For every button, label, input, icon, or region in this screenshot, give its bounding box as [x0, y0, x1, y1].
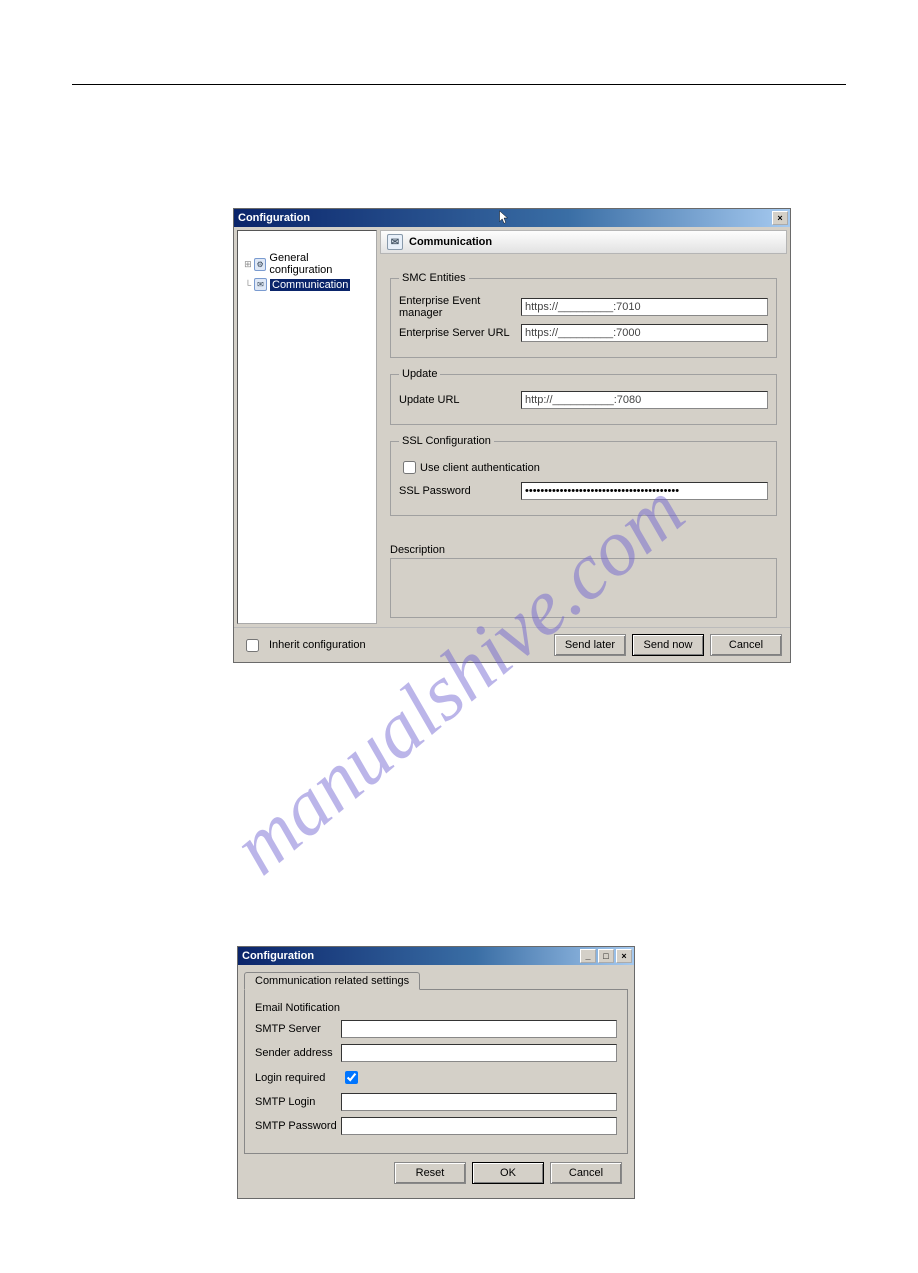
tree-item-general[interactable]: ⊞ ⚙ General configuration	[242, 251, 372, 277]
tab-panel: Email Notification SMTP Server Sender ad…	[244, 990, 628, 1154]
configuration-window: Configuration × ⊞ ⚙ General configuratio…	[233, 208, 791, 663]
reset-button[interactable]: Reset	[394, 1162, 466, 1184]
group-legend: SMC Entities	[399, 272, 469, 284]
sender-address-input[interactable]	[341, 1044, 617, 1062]
ssl-password-label: SSL Password	[399, 485, 521, 497]
send-now-button[interactable]: Send now	[632, 634, 704, 656]
smtp-password-input[interactable]	[341, 1117, 617, 1135]
close-button[interactable]: ×	[616, 949, 632, 963]
footer-bar: Inherit configuration Send later Send no…	[234, 627, 790, 662]
use-client-auth-checkbox[interactable]	[403, 461, 416, 474]
close-button[interactable]: ×	[772, 211, 788, 225]
esu-input[interactable]	[521, 324, 768, 342]
tree-connector-icon: ⊞	[242, 259, 254, 270]
cursor-icon	[498, 210, 510, 226]
minimize-button[interactable]: _	[580, 949, 596, 963]
ok-button[interactable]: OK	[472, 1162, 544, 1184]
titlebar[interactable]: Configuration ×	[234, 209, 790, 227]
nav-tree: ⊞ ⚙ General configuration └ ✉ Communicat…	[237, 230, 377, 624]
sender-address-label: Sender address	[255, 1047, 341, 1059]
panel-title: Communication	[409, 236, 492, 248]
tab-communication-settings[interactable]: Communication related settings	[244, 972, 420, 990]
eem-label: Enterprise Event manager	[399, 295, 521, 319]
esu-label: Enterprise Server URL	[399, 327, 521, 339]
description-area	[390, 558, 777, 618]
login-required-checkbox[interactable]	[345, 1071, 358, 1084]
eem-input[interactable]	[521, 298, 768, 316]
smtp-login-input[interactable]	[341, 1093, 617, 1111]
tree-item-communication[interactable]: └ ✉ Communication	[242, 277, 372, 292]
group-legend: SSL Configuration	[399, 435, 494, 447]
panel-header: ✉ Communication	[380, 230, 787, 254]
ssl-group: SSL Configuration Use client authenticat…	[390, 435, 777, 516]
communication-icon: ✉	[387, 234, 403, 250]
smtp-server-label: SMTP Server	[255, 1023, 341, 1035]
inherit-config-checkbox[interactable]	[246, 639, 259, 652]
update-group: Update Update URL	[390, 368, 777, 425]
group-legend: Update	[399, 368, 440, 380]
window-title: Configuration	[242, 950, 578, 962]
ssl-password-input[interactable]	[521, 482, 768, 500]
tree-connector-icon: └	[242, 280, 254, 290]
update-url-input[interactable]	[521, 391, 768, 409]
cancel-button[interactable]: Cancel	[550, 1162, 622, 1184]
use-client-auth-label: Use client authentication	[420, 462, 540, 474]
send-later-button[interactable]: Send later	[554, 634, 626, 656]
window-title: Configuration	[238, 212, 498, 224]
communication-icon: ✉	[254, 278, 267, 291]
titlebar[interactable]: Configuration _ □ ×	[238, 947, 634, 965]
email-notification-label: Email Notification	[255, 1002, 617, 1014]
maximize-button[interactable]: □	[598, 949, 614, 963]
footer-bar: Reset OK Cancel	[244, 1154, 628, 1192]
description-label: Description	[390, 544, 777, 556]
smtp-login-label: SMTP Login	[255, 1096, 341, 1108]
login-required-label: Login required	[255, 1072, 341, 1084]
config-icon: ⚙	[254, 258, 267, 271]
tabstrip: Communication related settings	[244, 971, 628, 990]
inherit-config-label: Inherit configuration	[269, 639, 366, 651]
tree-label: Communication	[270, 279, 350, 291]
tree-label: General configuration	[269, 252, 372, 276]
smc-entities-group: SMC Entities Enterprise Event manager En…	[390, 272, 777, 358]
update-url-label: Update URL	[399, 394, 521, 406]
smtp-server-input[interactable]	[341, 1020, 617, 1038]
smtp-password-label: SMTP Password	[255, 1120, 341, 1132]
cancel-button[interactable]: Cancel	[710, 634, 782, 656]
configuration-small-window: Configuration _ □ × Communication relate…	[237, 946, 635, 1199]
